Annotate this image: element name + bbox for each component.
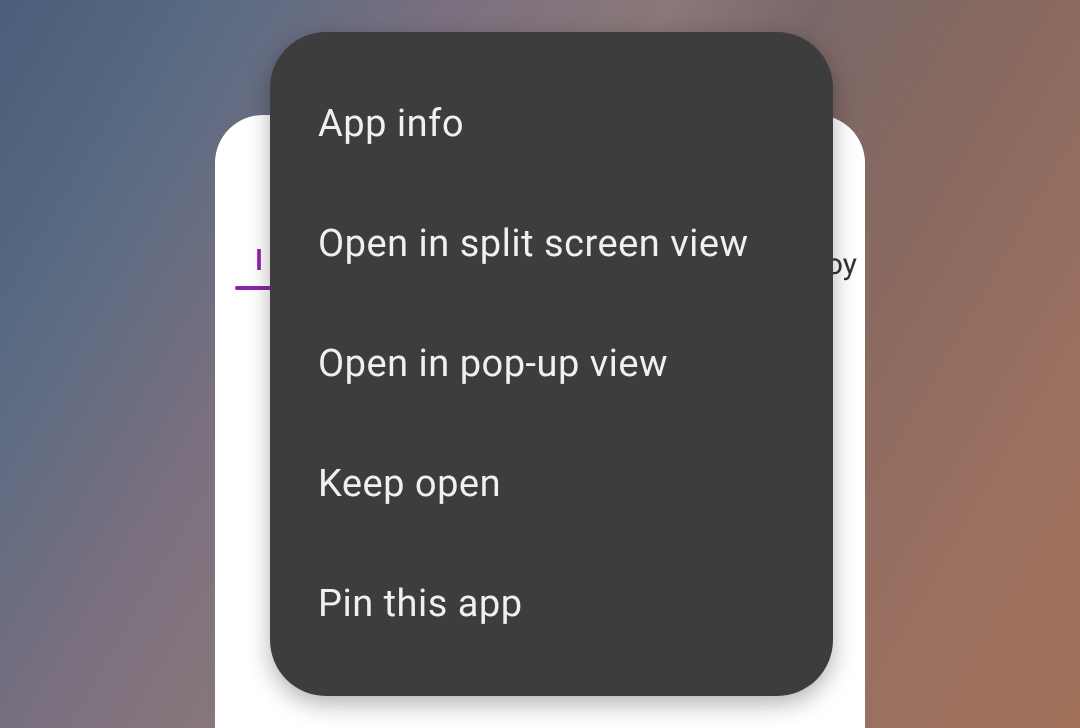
- menu-item-label: Pin this app: [318, 582, 523, 626]
- context-menu: App info Open in split screen view Open …: [270, 32, 833, 696]
- menu-item-label: Open in split screen view: [318, 222, 749, 266]
- menu-item-label: Keep open: [318, 462, 501, 506]
- menu-item-label: App info: [318, 102, 464, 146]
- menu-item-popup-view[interactable]: Open in pop-up view: [270, 304, 833, 424]
- menu-item-keep-open[interactable]: Keep open: [270, 424, 833, 544]
- menu-item-app-info[interactable]: App info: [270, 87, 833, 184]
- menu-item-label: Open in pop-up view: [318, 342, 668, 386]
- active-tab-label: I: [247, 243, 272, 286]
- menu-item-split-screen[interactable]: Open in split screen view: [270, 184, 833, 304]
- menu-item-pin-app[interactable]: Pin this app: [270, 544, 833, 641]
